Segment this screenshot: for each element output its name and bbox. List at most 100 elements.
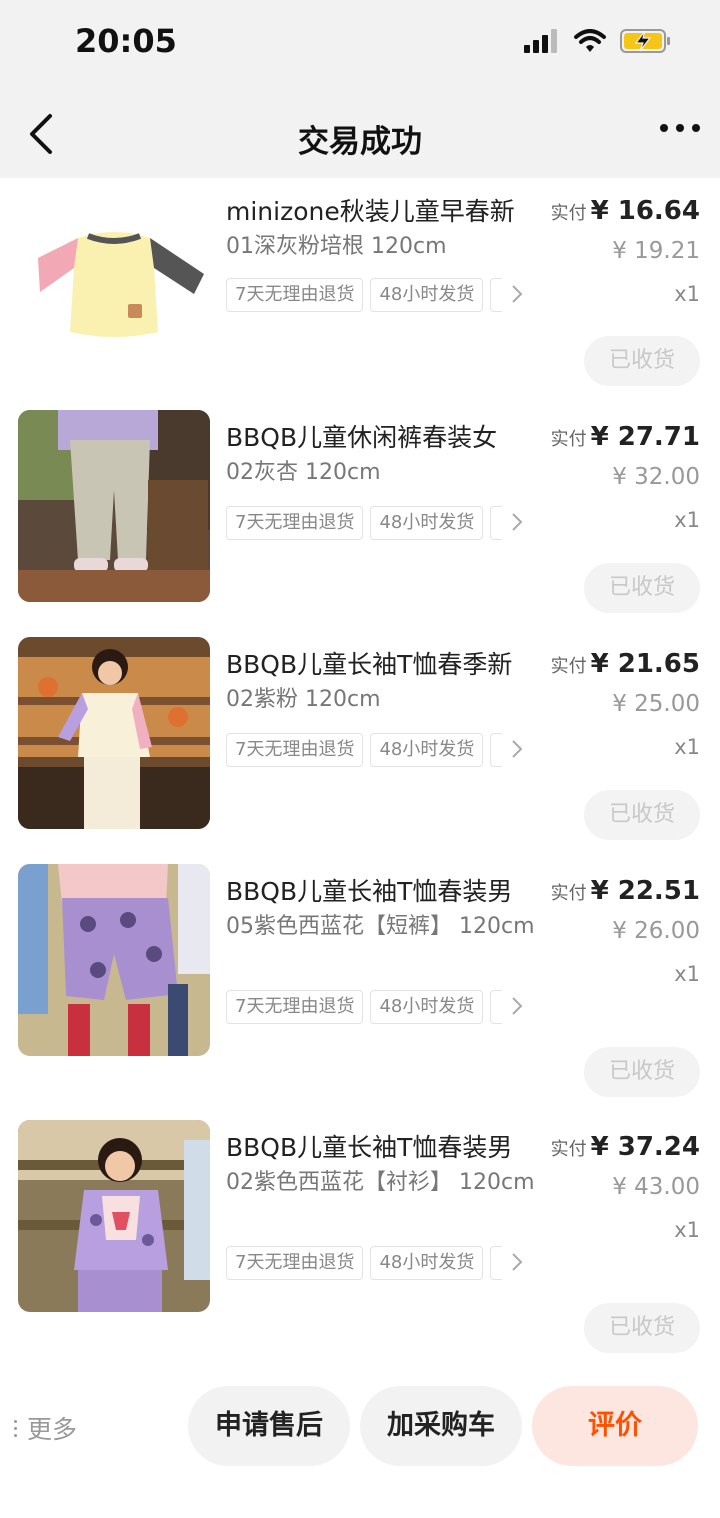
paid-amount: ¥ 22.51	[590, 876, 700, 906]
product-image	[18, 410, 210, 602]
original-price: ¥ 25.00	[612, 691, 700, 717]
nav-bar: 交易成功	[0, 90, 720, 178]
quantity: x1	[674, 508, 700, 532]
product-image	[18, 1120, 210, 1312]
more-label: 更多	[27, 1415, 78, 1444]
paid-amount: ¥ 16.64	[590, 196, 700, 226]
chevron-right-icon	[512, 740, 523, 758]
tag-shipping: 48小时发货	[370, 733, 484, 767]
service-tags: 7天无理由退货 48小时发货	[226, 990, 548, 1024]
quantity: x1	[674, 282, 700, 306]
tags-more[interactable]	[490, 278, 530, 312]
product-sku: 05紫色西蓝花【短裤】 120cm	[226, 914, 535, 939]
tag-return: 7天无理由退货	[226, 278, 364, 312]
price-column: 实付 ¥ 16.64 ¥ 19.21 x1	[551, 196, 700, 307]
tag-shipping: 48小时发货	[370, 278, 484, 312]
status-icons	[524, 28, 672, 54]
list-item[interactable]: BBQB儿童长袖T恤春装男 02紫色西蓝花【衬衫】 120cm 7天无理由退货 …	[0, 1120, 720, 1360]
product-image	[18, 864, 210, 1056]
paid-amount: ¥ 21.65	[590, 649, 700, 679]
list-item[interactable]: BBQB儿童长袖T恤春装男 05紫色西蓝花【短裤】 120cm 7天无理由退货 …	[0, 864, 720, 1104]
after-sale-button[interactable]: 申请售后	[188, 1386, 350, 1466]
tag-return: 7天无理由退货	[226, 733, 364, 767]
service-tags: 7天无理由退货 48小时发货	[226, 278, 548, 312]
list-item[interactable]: BBQB儿童长袖T恤春季新 02紫粉 120cm 7天无理由退货 48小时发货 …	[0, 637, 720, 877]
received-button[interactable]: 已收货	[584, 790, 700, 840]
product-thumbnail[interactable]	[18, 196, 210, 388]
more-button[interactable]: 更多	[14, 1410, 77, 1446]
product-image	[38, 232, 204, 337]
price-column: 实付 ¥ 37.24 ¥ 43.00 x1	[551, 1132, 700, 1243]
received-button[interactable]: 已收货	[584, 563, 700, 613]
more-dots-icon[interactable]	[660, 124, 700, 132]
received-button[interactable]: 已收货	[584, 1303, 700, 1353]
product-thumbnail[interactable]	[18, 410, 210, 602]
quantity: x1	[674, 1218, 700, 1242]
status-bar: 20:05	[0, 0, 720, 90]
original-price: ¥ 32.00	[612, 464, 700, 490]
list-item[interactable]: minizone秋装儿童早春新 01深灰粉培根 120cm 7天无理由退货 48…	[0, 196, 720, 424]
quantity: x1	[674, 735, 700, 759]
signal-icon	[524, 29, 557, 53]
chevron-right-icon	[512, 997, 523, 1015]
paid-label: 实付	[550, 1139, 587, 1160]
product-sku: 02紫粉 120cm	[226, 687, 381, 712]
home-indicator-area	[0, 1476, 720, 1518]
paid-price: 实付 ¥ 37.24	[551, 1132, 700, 1165]
quantity: x1	[674, 962, 700, 986]
tags-more[interactable]	[490, 990, 530, 1024]
original-price: ¥ 26.00	[612, 918, 700, 944]
chevron-right-icon	[512, 513, 523, 531]
original-price: ¥ 19.21	[612, 238, 700, 264]
list-item[interactable]: BBQB儿童休闲裤春装女 02灰杏 120cm 7天无理由退货 48小时发货 实…	[0, 410, 720, 650]
tag-return: 7天无理由退货	[226, 990, 364, 1024]
tag-shipping: 48小时发货	[370, 1246, 484, 1280]
tag-shipping: 48小时发货	[370, 990, 484, 1024]
tag-return: 7天无理由退货	[226, 1246, 364, 1280]
tag-return: 7天无理由退货	[226, 506, 364, 540]
product-image	[18, 637, 210, 829]
status-time: 20:05	[75, 22, 177, 60]
vertical-dots-icon	[14, 1419, 17, 1437]
product-thumbnail[interactable]	[18, 864, 210, 1056]
service-tags: 7天无理由退货 48小时发货	[226, 1246, 548, 1280]
paid-label: 实付	[550, 203, 587, 224]
tag-shipping: 48小时发货	[370, 506, 484, 540]
tags-more[interactable]	[490, 1246, 530, 1280]
product-thumbnail[interactable]	[18, 1120, 210, 1312]
product-sku: 02紫色西蓝花【衬衫】 120cm	[226, 1170, 535, 1195]
product-title[interactable]: BBQB儿童长袖T恤春季新	[226, 649, 546, 681]
paid-label: 实付	[550, 883, 587, 904]
page-title: 交易成功	[298, 124, 422, 160]
paid-amount: ¥ 37.24	[590, 1132, 700, 1162]
price-column: 实付 ¥ 22.51 ¥ 26.00 x1	[551, 876, 700, 987]
paid-label: 实付	[550, 429, 587, 450]
tags-more[interactable]	[490, 733, 530, 767]
chevron-right-icon	[512, 1253, 523, 1271]
paid-price: 实付 ¥ 27.71	[551, 422, 700, 455]
add-to-cart-button[interactable]: 加采购车	[360, 1386, 522, 1466]
original-price: ¥ 43.00	[612, 1174, 700, 1200]
received-button[interactable]: 已收货	[584, 336, 700, 386]
product-sku: 02灰杏 120cm	[226, 460, 381, 485]
service-tags: 7天无理由退货 48小时发货	[226, 733, 548, 767]
product-title[interactable]: BBQB儿童长袖T恤春装男	[226, 1132, 546, 1164]
paid-price: 实付 ¥ 21.65	[551, 649, 700, 682]
price-column: 实付 ¥ 21.65 ¥ 25.00 x1	[551, 649, 700, 760]
product-thumbnail[interactable]	[18, 637, 210, 829]
service-tags: 7天无理由退货 48小时发货	[226, 506, 548, 540]
review-button[interactable]: 评价	[532, 1386, 698, 1466]
bottom-action-bar: 更多 申请售后 加采购车 评价	[0, 1380, 720, 1476]
chevron-right-icon	[512, 285, 523, 303]
paid-price: 实付 ¥ 16.64	[551, 196, 700, 229]
product-title[interactable]: minizone秋装儿童早春新	[226, 196, 546, 228]
received-button[interactable]: 已收货	[584, 1047, 700, 1097]
battery-charging-icon	[620, 29, 670, 53]
product-sku: 01深灰粉培根 120cm	[226, 234, 447, 259]
tags-more[interactable]	[490, 506, 530, 540]
paid-label: 实付	[550, 656, 587, 677]
paid-amount: ¥ 27.71	[590, 422, 700, 452]
product-title[interactable]: BBQB儿童休闲裤春装女	[226, 422, 546, 454]
product-title[interactable]: BBQB儿童长袖T恤春装男	[226, 876, 546, 908]
paid-price: 实付 ¥ 22.51	[551, 876, 700, 909]
